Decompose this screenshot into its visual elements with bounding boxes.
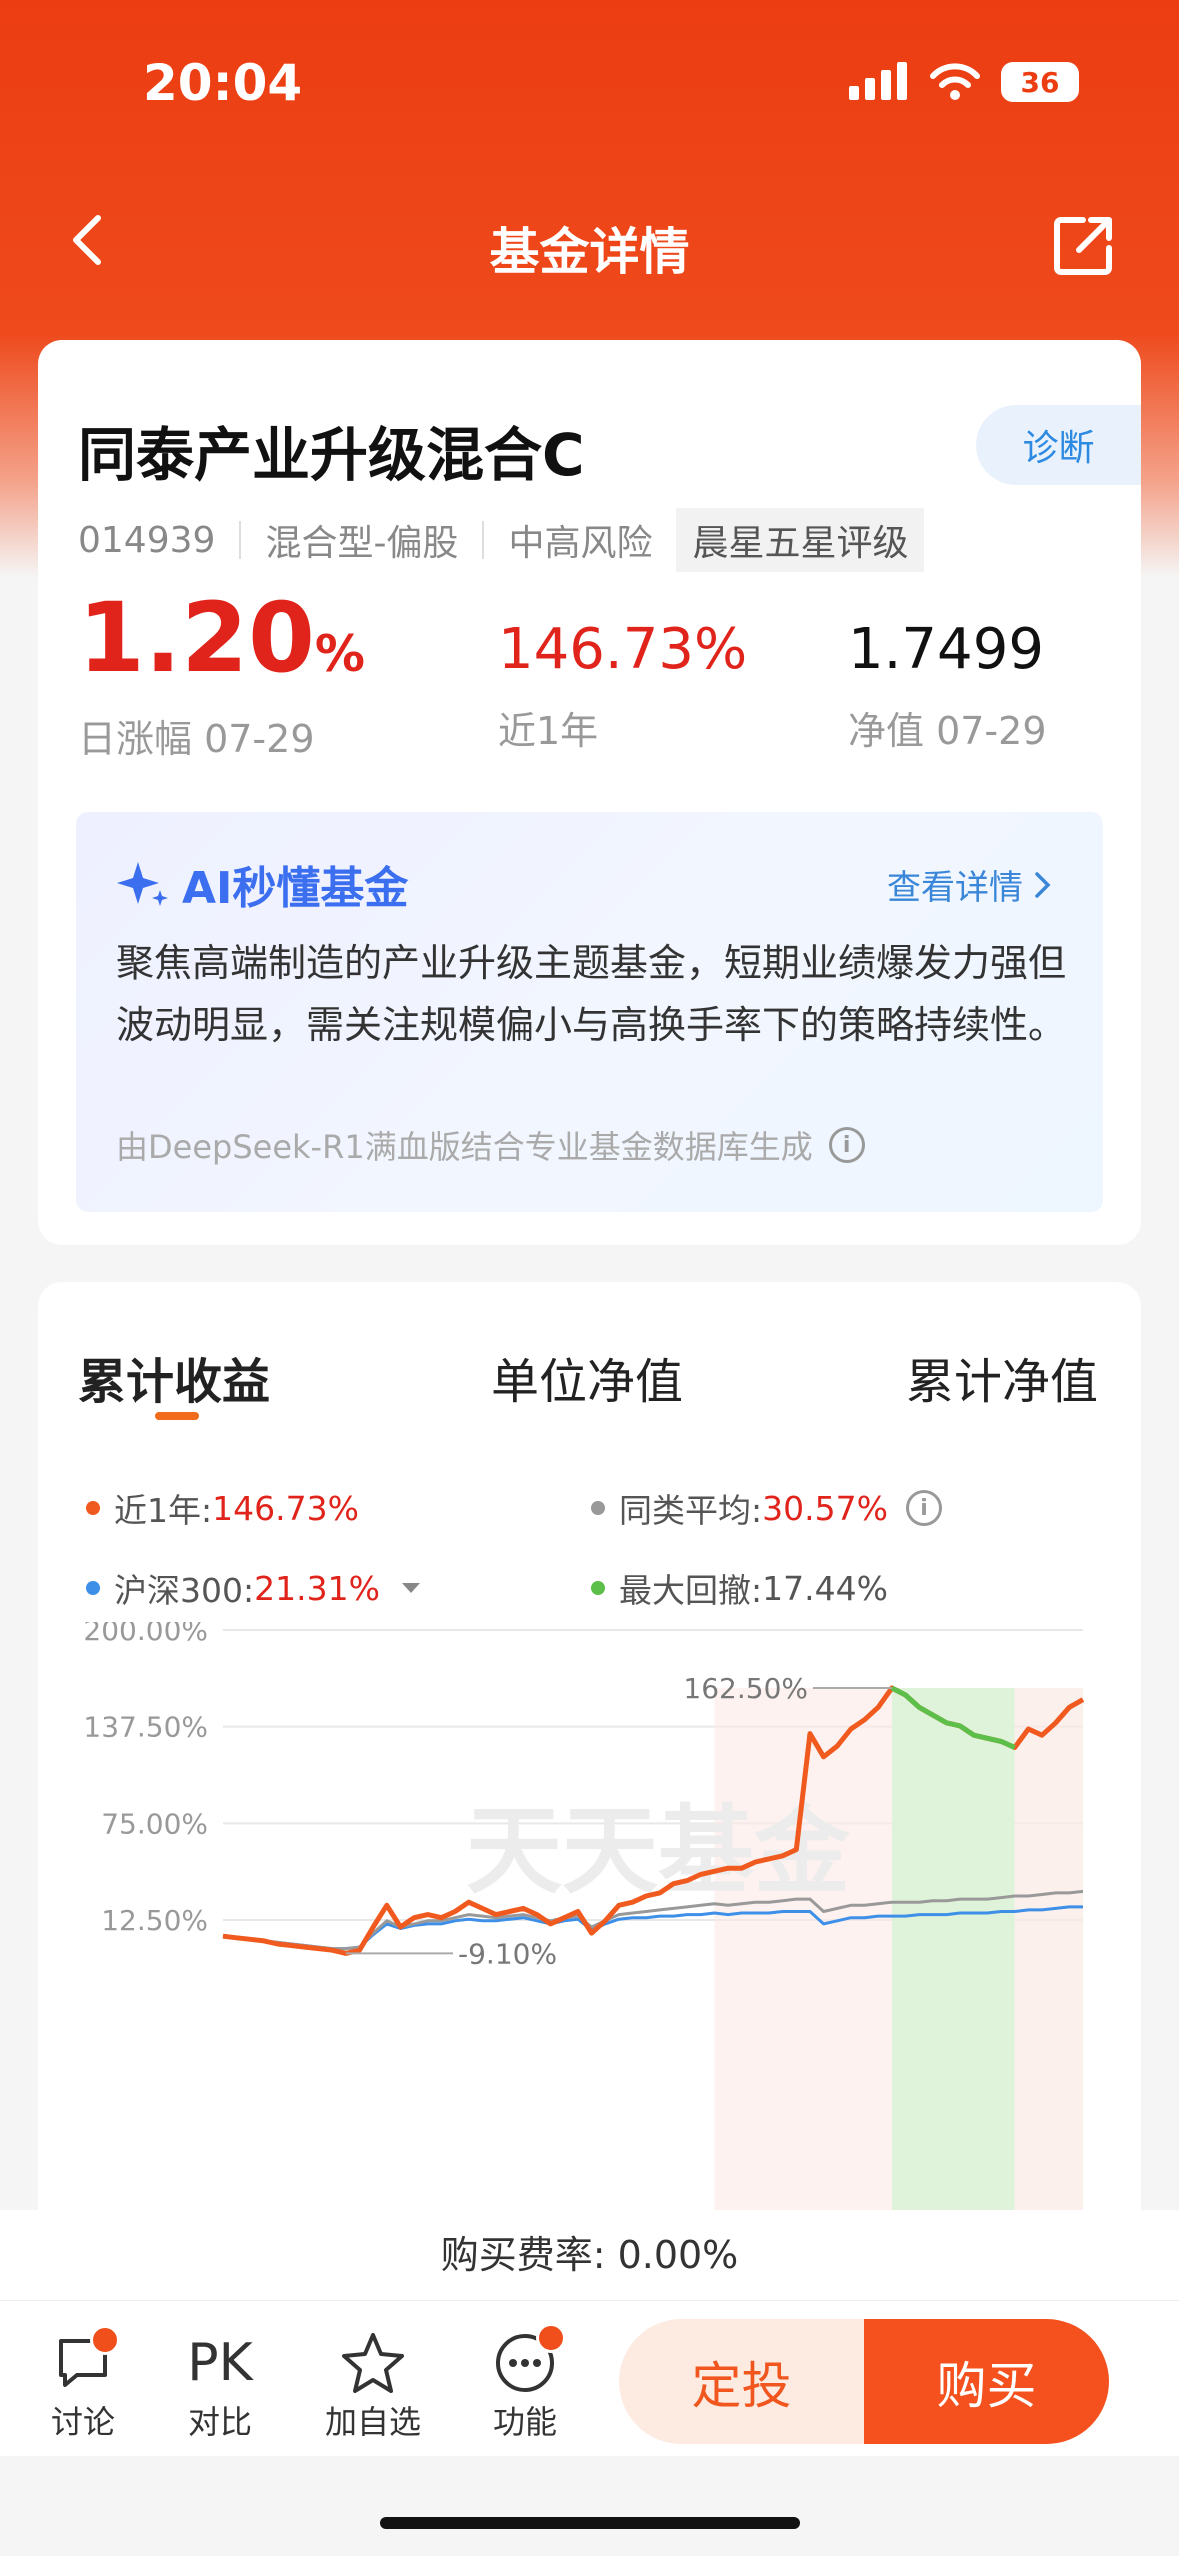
nav-value: 1.7499 [848,617,1044,682]
page-title: 基金详情 [489,223,690,281]
nav-label: 净值 07-29 [848,709,1047,753]
status-time: 20:04 [143,54,303,112]
info-icon[interactable]: i [828,1127,865,1163]
fund-risk: 中高风险 [508,523,653,564]
fund-rating-tag[interactable]: 晨星五星评级 [676,508,925,572]
ai-title: AI秒懂基金 [116,852,408,916]
chevron-right-icon [1035,871,1051,898]
area-shade [714,1688,892,2222]
share-icon[interactable] [1049,210,1119,280]
legend-dot [591,1501,605,1515]
home-area [0,2456,1179,2556]
area-shade [1014,1688,1083,2222]
star-icon [342,2333,404,2393]
ai-source-text: 由DeepSeek-R1满血版结合专业基金数据库生成 [116,1128,813,1166]
year-return-value: 146.73% [498,617,748,682]
wifi-icon [930,63,980,100]
y-tick-label: 200.00% [83,1622,208,1647]
compare-label: 对比 [187,2403,252,2441]
fund-code: 014939 [78,519,216,561]
compare-button[interactable]: PK 对比 [165,2329,275,2443]
ai-detail-link[interactable]: 查看详情 [887,860,1053,909]
min-annotation: -9.10% [458,1937,557,1970]
year-return-stat: 146.73% 近1年 [498,590,747,755]
chart-card: 累计收益 单位净值 累计净值 近1年: 146.73% 同类平均: 30.57% i… [38,1282,1141,2302]
legend-dot [591,1581,605,1595]
discuss-button[interactable]: 讨论 [28,2325,138,2443]
ai-detail-text: 查看详情 [887,868,1023,908]
signal-icon [849,62,907,100]
max-annotation: 162.50% [683,1672,808,1705]
notification-dot [536,2323,566,2353]
tab-cumulative-nav[interactable]: 累计净值 [906,1342,1098,1412]
tab-unit-nav[interactable]: 单位净值 [491,1342,683,1412]
legend-hs300[interactable]: 沪深300: 21.31% [86,1564,422,1612]
auto-invest-button[interactable]: 定投 [619,2319,864,2444]
diagnose-button[interactable]: 诊断 [976,405,1141,485]
battery-icon: 36 [1001,62,1079,102]
divider [239,521,242,559]
active-tab-indicator [155,1412,199,1420]
notification-dot [90,2325,120,2355]
fund-info-card: 同泰产业升级混合C 诊断 014939 混合型-偏股 中高风险 晨星五星评级 1… [38,340,1141,1245]
fund-name: 同泰产业升级混合C [78,421,585,489]
watchlist-button[interactable]: 加自选 [318,2329,428,2443]
status-bar: 20:04 36 [0,0,1179,170]
info-icon[interactable]: i [905,1490,942,1526]
nav-stat: 1.7499 净值 07-29 [848,590,1047,755]
ai-summary-text: 聚焦高端制造的产业升级主题基金，短期业绩爆发力强但波动明显，需关注规模偏小与高换… [116,941,1067,1047]
fund-meta-row: 014939 混合型-偏股 中高风险 晨星五星评级 [78,508,925,572]
nav-bar: 基金详情 [0,200,1179,290]
dropdown-icon[interactable] [400,1581,422,1595]
daily-change-value: 1.20% [78,582,365,694]
action-buttons: 定投 购买 [619,2319,1109,2444]
year-return-label: 近1年 [498,709,599,753]
ai-source: 由DeepSeek-R1满血版结合专业基金数据库生成 i [116,1122,865,1168]
y-tick-label: 137.50% [83,1711,208,1744]
function-label: 功能 [492,2403,557,2441]
chart-tabs: 累计收益 单位净值 累计净值 [38,1342,1141,1422]
legend-dot [86,1501,100,1515]
legend-dot [86,1581,100,1595]
bottom-toolbar: 讨论 PK 对比 加自选 功能 定投 购买 [0,2300,1179,2456]
return-chart[interactable]: 200.00%137.50%75.00%12.50%天天基金162.50%-9.… [38,1622,1141,2222]
buy-button[interactable]: 购买 [864,2319,1109,2444]
status-icons: 36 [849,62,1079,102]
watchlist-label: 加自选 [324,2403,421,2441]
sparkle-icon [117,862,168,906]
pk-icon: PK [187,2333,253,2393]
legend-average: 同类平均: 30.57% i [591,1484,942,1532]
y-tick-label: 75.00% [101,1807,208,1840]
y-tick-label: 12.50% [101,1904,208,1937]
drawdown-shade [891,1688,1015,2222]
fund-type: 混合型-偏股 [265,523,459,564]
discuss-label: 讨论 [50,2403,115,2441]
legend-drawdown: 最大回撤: 17.44% [591,1564,888,1612]
daily-change-stat: 1.20% 日涨幅 07-29 [78,590,365,763]
legend-fund: 近1年: 146.73% [86,1484,359,1532]
divider [482,521,485,559]
daily-change-label: 日涨幅 07-29 [78,717,315,761]
home-indicator[interactable] [380,2517,800,2529]
tab-cumulative-return[interactable]: 累计收益 [78,1342,270,1412]
ai-summary-box[interactable]: AI秒懂基金 查看详情 聚焦高端制造的产业升级主题基金，短期业绩爆发力强但波动明… [76,812,1103,1212]
ai-title-text: AI秒懂基金 [182,863,409,914]
function-button[interactable]: 功能 [470,2323,580,2443]
fee-info: 购买费率: 0.00% [0,2210,1179,2300]
